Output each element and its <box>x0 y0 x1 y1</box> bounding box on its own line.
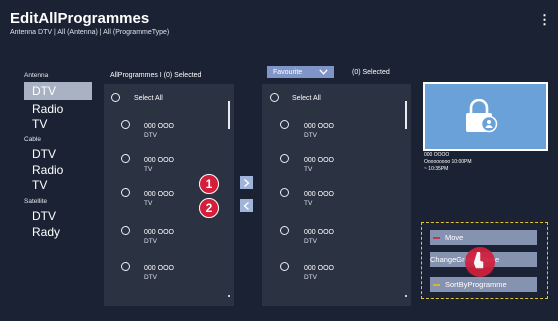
sidebar-item-antenna-dtv[interactable]: DTV <box>24 82 92 100</box>
radio-icon[interactable] <box>270 93 279 102</box>
yellow-key-icon <box>433 283 440 286</box>
move-label: Move <box>445 233 464 242</box>
sort-by-programme-label: SortByProgramme <box>445 280 507 289</box>
sidebar-item-antenna-tv[interactable]: TV <box>32 117 47 131</box>
preview-channel: 000 OOOO <box>424 152 450 158</box>
list-item-title[interactable]: 000 OOO <box>144 157 174 164</box>
preview-programme-time: Ooooooooo 10:00PM <box>424 159 472 165</box>
page-subtitle: Antenna DTV | All (Antenna) | All (Progr… <box>10 29 170 36</box>
radio-icon[interactable] <box>121 120 130 129</box>
locked-user-icon <box>466 99 498 133</box>
chevron-left-icon <box>243 201 249 210</box>
hand-pointer-icon <box>474 252 484 269</box>
list-item-title[interactable]: 000 OOO <box>304 123 334 130</box>
radio-icon[interactable] <box>280 262 289 271</box>
favourite-dropdown[interactable]: Favourite <box>267 66 334 78</box>
list-item-sub: TV <box>144 166 153 173</box>
scrollbar-end <box>228 295 230 297</box>
radio-icon[interactable] <box>280 120 289 129</box>
sidebar-item-cable-dtv[interactable]: DTV <box>32 147 56 161</box>
sidebar-heading-cable: Cable <box>24 136 41 143</box>
move-right-button[interactable] <box>240 176 253 189</box>
radio-icon[interactable] <box>280 154 289 163</box>
sidebar-item-label: DTV <box>32 84 56 98</box>
preview-info: 000 OOOO Ooooooooo 10:00PM ~ 10:35PM <box>424 152 472 173</box>
radio-icon[interactable] <box>280 226 289 235</box>
list-item-sub: DTV <box>304 132 317 139</box>
list-item-sub: DTV <box>144 238 157 245</box>
list-item-title[interactable]: 000 OOO <box>144 229 174 236</box>
list-item-title[interactable]: 000 OOO <box>304 265 334 272</box>
select-all-label[interactable]: Select All <box>292 95 321 102</box>
list-item-title[interactable]: 000 OOO <box>144 265 174 272</box>
chevron-down-icon <box>319 69 328 75</box>
list-item-sub: TV <box>304 200 313 207</box>
more-menu-icon[interactable]: ⋮ <box>538 12 551 28</box>
list-item-title[interactable]: 000 OOO <box>144 191 174 198</box>
sort-by-programme-button[interactable]: SortByProgramme <box>430 277 537 292</box>
marker-badge-2: 2 <box>199 198 219 218</box>
radio-icon[interactable] <box>121 188 130 197</box>
marker-badge-1: 1 <box>199 174 219 194</box>
scrollbar-end <box>405 295 407 297</box>
radio-icon[interactable] <box>121 226 130 235</box>
radio-icon[interactable] <box>280 188 289 197</box>
all-programmes-list: Select All 000 OOO DTV 000 OOO TV 000 OO… <box>104 84 234 306</box>
red-key-icon <box>433 236 440 239</box>
sidebar-heading-satellite: Satellite <box>24 198 48 205</box>
sidebar-item-cable-tv[interactable]: TV <box>32 178 47 192</box>
sidebar-item-satellite-dtv[interactable]: DTV <box>32 209 56 223</box>
radio-icon[interactable] <box>121 154 130 163</box>
favourite-selected-count: (0) Selected <box>352 69 390 76</box>
cursor-pointer-icon <box>465 247 495 277</box>
radio-icon[interactable] <box>121 262 130 271</box>
list-item-sub: DTV <box>144 274 157 281</box>
list-item-title[interactable]: 000 OOO <box>304 191 334 198</box>
sidebar-item-satellite-rady[interactable]: Rady <box>32 225 60 239</box>
preview-end-time: ~ 10:35PM <box>424 166 449 172</box>
sidebar-heading-antenna: Antenna <box>24 72 49 79</box>
radio-icon[interactable] <box>111 93 120 102</box>
select-all-label[interactable]: Select All <box>134 95 163 102</box>
list-item-sub: TV <box>304 166 313 173</box>
list-item-title[interactable]: 000 OOO <box>304 229 334 236</box>
move-left-button[interactable] <box>240 199 253 212</box>
scrollbar-thumb[interactable] <box>405 101 407 129</box>
list-item-sub: DTV <box>304 274 317 281</box>
chevron-right-icon <box>244 178 250 187</box>
sidebar-item-cable-radio[interactable]: Radio <box>32 163 63 177</box>
list-item-sub: DTV <box>304 238 317 245</box>
scrollbar-thumb[interactable] <box>228 101 230 129</box>
channel-preview <box>423 82 548 151</box>
list-item-title[interactable]: 000 OOO <box>304 157 334 164</box>
move-button[interactable]: Move <box>430 230 537 245</box>
favourite-dropdown-label: Favourite <box>273 68 303 76</box>
list-item-sub: DTV <box>144 132 157 139</box>
all-programmes-header: AllProgrammes I (0) Selected <box>110 72 202 79</box>
list-item-title[interactable]: 000 OOO <box>144 123 174 130</box>
page-title: EditAllProgrammes <box>10 10 150 27</box>
favourite-list: Select All 000 OOO DTV 000 OOO TV 000 OO… <box>262 84 411 306</box>
list-item-sub: TV <box>144 200 153 207</box>
sidebar-item-antenna-radio[interactable]: Radio <box>32 102 63 116</box>
